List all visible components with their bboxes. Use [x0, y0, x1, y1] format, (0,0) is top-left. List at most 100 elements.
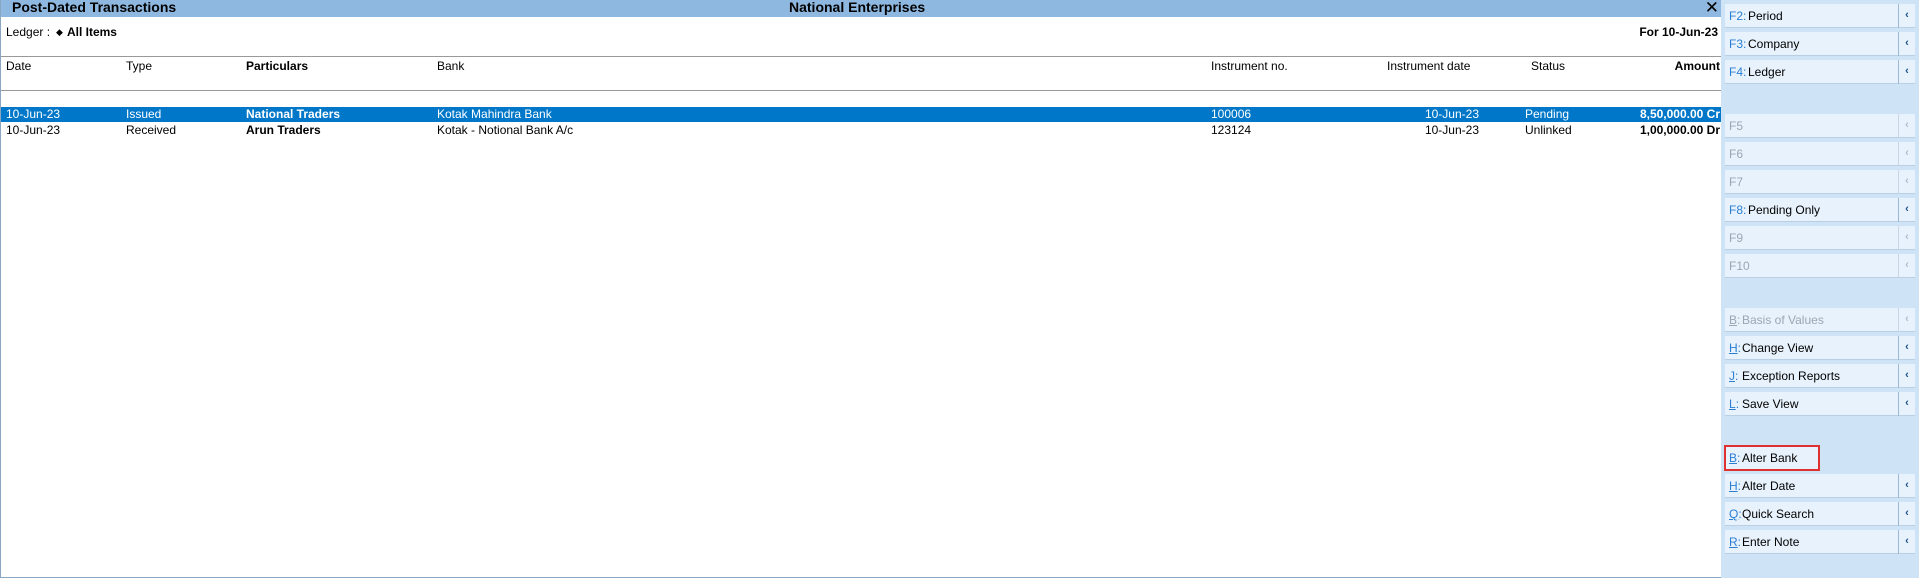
basis-of-values-button: B: Basis of Values ‹	[1725, 308, 1915, 332]
title-bar: Post-Dated Transactions National Enterpr…	[1, 0, 1722, 17]
expand-arrow-icon: ‹	[1898, 254, 1915, 278]
button-label: Enter Note	[1742, 535, 1800, 549]
ledger-value: All Items	[66, 25, 117, 39]
cell-bank: Kotak Mahindra Bank	[437, 107, 552, 121]
cell-particulars: Arun Traders	[246, 123, 321, 137]
shortcut-key: J:	[1729, 369, 1739, 383]
cell-instrument-no: 100006	[1211, 107, 1252, 121]
shortcut-key: F7	[1729, 175, 1744, 189]
header-type: Type	[126, 59, 153, 73]
quick-search-button[interactable]: Q: Quick Search ‹	[1725, 502, 1915, 526]
expand-arrow-icon: ‹	[1898, 226, 1915, 250]
expand-arrow-icon: ‹	[1898, 502, 1915, 526]
shortcut-key: Q:	[1729, 507, 1742, 521]
expand-arrow-icon: ‹	[1898, 142, 1915, 166]
shortcut-key: F3:	[1729, 37, 1747, 51]
report-date: For 10-Jun-23	[1639, 25, 1718, 39]
shortcut-key: B:	[1729, 313, 1741, 327]
header-date: Date	[6, 59, 32, 73]
cell-status: Pending	[1525, 107, 1570, 121]
company-button[interactable]: F3: Company ‹	[1725, 32, 1915, 56]
company-name: National Enterprises	[789, 0, 926, 15]
expand-arrow-icon: ‹	[1898, 530, 1915, 554]
cell-instrument-date: 10-Jun-23	[1424, 123, 1479, 137]
header-status: Status	[1531, 59, 1566, 73]
cell-date: 10-Jun-23	[6, 123, 61, 137]
shortcut-key: F5	[1729, 119, 1744, 133]
button-label: Company	[1748, 37, 1800, 51]
shortcut-key: R:	[1729, 535, 1742, 549]
cell-type: Issued	[126, 107, 162, 121]
header-particulars: Particulars	[246, 59, 309, 73]
alter-bank-button[interactable]: B: Alter Bank	[1724, 445, 1820, 471]
expand-arrow-icon: ‹	[1898, 4, 1915, 28]
exception-reports-button[interactable]: J: Exception Reports ‹	[1725, 364, 1915, 388]
expand-arrow-icon: ‹	[1898, 308, 1915, 332]
shortcut-key: F2:	[1729, 9, 1747, 23]
button-label: Quick Search	[1742, 507, 1815, 521]
button-bar: F2: Period ‹ F3: Company ‹ F4: Ledger ‹ F5 ‹ F6 ‹ F7 ‹…	[1721, 0, 1919, 578]
header-bank: Bank	[437, 59, 465, 73]
shortcut-key: F4:	[1729, 65, 1747, 79]
expand-arrow-icon: ‹	[1898, 336, 1915, 360]
shortcut-key: H:	[1729, 341, 1742, 355]
cell-bank: Kotak - Notional Bank A/c	[437, 123, 574, 137]
button-label: Ledger	[1748, 65, 1786, 79]
expand-arrow-icon: ‹	[1898, 32, 1915, 56]
table-row[interactable]: 10-Jun-23 Issued National Traders Kotak Mah…	[1, 107, 1722, 122]
expand-arrow-icon: ‹	[1898, 474, 1915, 498]
button-label: Exception Reports	[1742, 369, 1841, 383]
shortcut-key: F6	[1729, 147, 1744, 161]
expand-arrow-icon: ‹	[1898, 114, 1915, 138]
f5-button: F5 ‹	[1725, 114, 1915, 138]
button-label: Period	[1748, 9, 1783, 23]
shortcut-key: F8:	[1729, 203, 1747, 217]
cell-amount: 8,50,000.00 Cr	[1639, 107, 1720, 121]
table-row[interactable]: 10-Jun-23 Received Arun Traders Kotak - Not…	[1, 123, 1722, 138]
f7-button: F7 ‹	[1725, 170, 1915, 194]
button-label: Pending Only	[1748, 203, 1821, 217]
period-button[interactable]: F2: Period ‹	[1725, 4, 1915, 28]
expand-arrow-icon: ‹	[1898, 170, 1915, 194]
ledger-label: Ledger :	[6, 25, 51, 39]
cell-status: Unlinked	[1525, 123, 1572, 137]
change-view-button[interactable]: H: Change View ‹	[1725, 336, 1915, 360]
expand-arrow-icon: ‹	[1898, 392, 1915, 416]
pending-only-button[interactable]: F8: Pending Only ‹	[1725, 198, 1915, 222]
header-instrument-date: Instrument date	[1387, 59, 1471, 73]
f9-button: F9 ‹	[1725, 226, 1915, 250]
cell-date: 10-Jun-23	[6, 107, 61, 121]
header-instrument-no: Instrument no.	[1211, 59, 1288, 73]
shortcut-key: H:	[1729, 479, 1742, 493]
header-amount: Amount	[1674, 59, 1720, 73]
alter-date-button[interactable]: H: Alter Date ‹	[1725, 474, 1915, 498]
report-title: Post-Dated Transactions	[12, 0, 177, 15]
button-label: Alter Date	[1742, 479, 1796, 493]
button-label: Change View	[1742, 341, 1814, 355]
shortcut-key: B:	[1729, 451, 1741, 465]
shortcut-key: L:	[1729, 397, 1740, 411]
f10-button: F10 ‹	[1725, 254, 1915, 278]
cell-amount: 1,00,000.00 Dr	[1639, 123, 1720, 137]
cell-type: Received	[126, 123, 177, 137]
ledger-filter: Ledger : ◆ All Items	[6, 25, 117, 39]
cell-instrument-date: 10-Jun-23	[1424, 107, 1479, 121]
close-icon[interactable]: ✕	[1705, 0, 1719, 16]
expand-arrow-icon: ‹	[1898, 60, 1915, 84]
enter-note-button[interactable]: R: Enter Note ‹	[1725, 530, 1915, 554]
shortcut-key: F10	[1729, 259, 1750, 273]
shortcut-key: F9	[1729, 231, 1744, 245]
cell-particulars: National Traders	[246, 107, 341, 121]
button-label: Save View	[1742, 397, 1799, 411]
divider	[1, 90, 1722, 91]
save-view-button[interactable]: L: Save View ‹	[1725, 392, 1915, 416]
button-label: Basis of Values	[1742, 313, 1824, 327]
table-header: Date Type Particulars Bank Instrument no…	[1, 58, 1722, 74]
diamond-icon: ◆	[56, 27, 63, 37]
ledger-button[interactable]: F4: Ledger ‹	[1725, 60, 1915, 84]
f6-button: F6 ‹	[1725, 142, 1915, 166]
expand-arrow-icon: ‹	[1898, 198, 1915, 222]
divider	[1, 56, 1722, 57]
report-area: Post-Dated Transactions National Enterpr…	[0, 0, 1722, 578]
expand-arrow-icon: ‹	[1898, 364, 1915, 388]
